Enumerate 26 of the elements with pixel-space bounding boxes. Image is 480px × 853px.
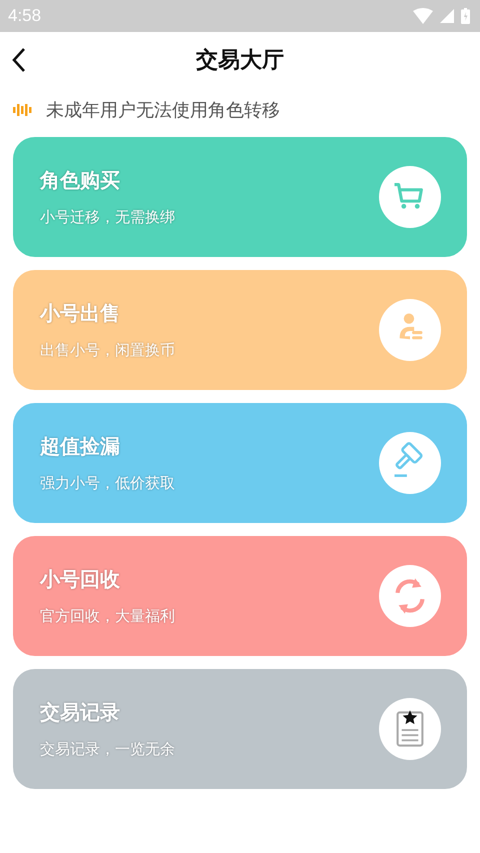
battery-icon bbox=[461, 8, 470, 24]
menu-card[interactable]: 交易记录 交易记录，一览无余 bbox=[13, 669, 467, 789]
wifi-icon bbox=[413, 8, 433, 24]
sound-wave-icon bbox=[13, 104, 33, 116]
card-title: 小号回收 bbox=[40, 566, 121, 593]
menu-card[interactable]: 角色购买 小号迁移，无需换绑 bbox=[13, 137, 467, 257]
signal-icon bbox=[440, 9, 454, 23]
page-title: 交易大厅 bbox=[196, 46, 284, 75]
notice-text: 未成年用户无法使用角色转移 bbox=[46, 99, 280, 122]
card-subtitle: 出售小号，闲置换币 bbox=[40, 341, 175, 360]
record-icon bbox=[379, 698, 441, 760]
card-title: 小号出售 bbox=[40, 300, 121, 327]
card-title: 超值捡漏 bbox=[40, 433, 121, 460]
menu-card[interactable]: 超值捡漏 强力小号，低价获取 bbox=[13, 403, 467, 523]
seller-icon bbox=[379, 299, 441, 361]
card-title: 交易记录 bbox=[40, 699, 121, 726]
card-subtitle: 小号迁移，无需换绑 bbox=[40, 208, 175, 227]
card-subtitle: 交易记录，一览无余 bbox=[40, 740, 175, 759]
hammer-icon bbox=[379, 432, 441, 494]
recycle-icon bbox=[379, 565, 441, 627]
menu-card[interactable]: 小号回收 官方回收，大量福利 bbox=[13, 536, 467, 656]
menu-card[interactable]: 小号出售 出售小号，闲置换币 bbox=[13, 270, 467, 390]
card-subtitle: 强力小号，低价获取 bbox=[40, 474, 175, 493]
card-title: 角色购买 bbox=[40, 167, 121, 194]
card-subtitle: 官方回收，大量福利 bbox=[40, 607, 175, 626]
cart-icon bbox=[379, 166, 441, 228]
